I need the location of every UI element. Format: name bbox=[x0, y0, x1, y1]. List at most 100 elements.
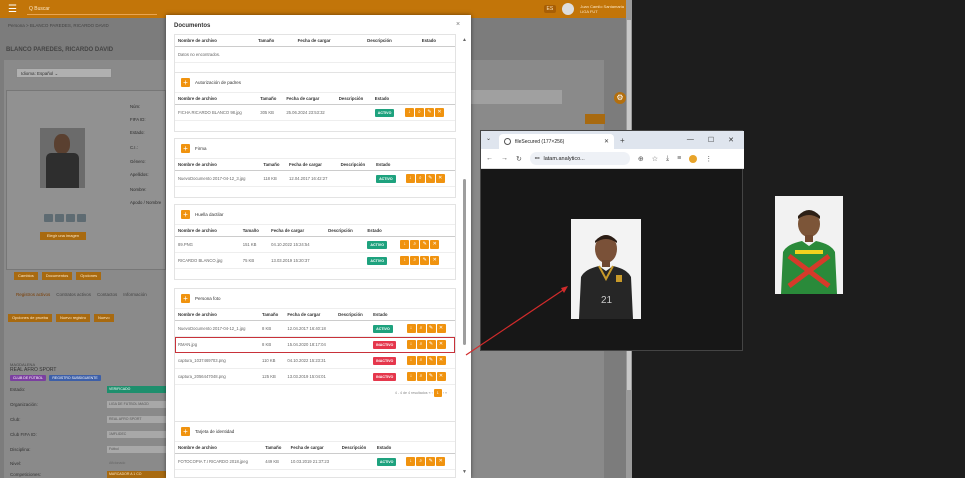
last-page-icon[interactable]: » bbox=[445, 391, 447, 395]
delete-icon[interactable]: ✕ bbox=[436, 372, 446, 381]
edit-icon[interactable]: ✎ bbox=[426, 324, 436, 333]
user-avatar[interactable] bbox=[562, 3, 575, 15]
crop-icon[interactable] bbox=[77, 214, 86, 222]
edit-icon[interactable]: ✎ bbox=[420, 240, 430, 249]
add-icon[interactable]: + bbox=[181, 427, 190, 436]
table-row[interactable]: NuevoDocumento 2017-04-12_1.jpg 8 KB 12.… bbox=[175, 320, 455, 337]
gear-icon[interactable]: ⚙ bbox=[614, 92, 626, 104]
view-icon[interactable]: ⌕ bbox=[415, 174, 425, 183]
download-icon[interactable]: ↓ bbox=[400, 256, 410, 265]
add-icon[interactable]: + bbox=[181, 144, 190, 153]
delete-icon[interactable]: ✕ bbox=[436, 356, 446, 365]
profile-icon[interactable] bbox=[689, 154, 698, 163]
table-row[interactable]: captura_1037469703.png 110 KB 04.10.2022… bbox=[175, 352, 455, 369]
search-input[interactable]: Q Buscar bbox=[26, 4, 157, 15]
subtab-contratos[interactable]: Contratos activos bbox=[56, 292, 91, 297]
user-info[interactable]: Juan Camilo Santamaria LiGA FUT bbox=[580, 4, 624, 14]
edit-icon[interactable]: ✎ bbox=[426, 457, 436, 466]
close-tab-icon[interactable]: ✕ bbox=[604, 138, 609, 145]
prev-page-icon[interactable]: ‹ bbox=[432, 391, 433, 395]
download-icon[interactable]: ↓ bbox=[406, 324, 416, 333]
new-record-button[interactable]: Nuevo registro bbox=[56, 314, 91, 322]
tab-search-icon[interactable]: ⌄ bbox=[486, 135, 491, 142]
table-row[interactable]: RICARDO BLANCO.jpg 75 KB 13.03.2019 15:2… bbox=[175, 252, 455, 269]
view-icon[interactable]: ⌕ bbox=[416, 372, 426, 381]
view-icon[interactable]: ⌕ bbox=[416, 356, 426, 365]
delete-icon[interactable] bbox=[55, 214, 64, 222]
view-icon[interactable]: ⌕ bbox=[414, 108, 424, 117]
extensions-icon[interactable]: ≡ bbox=[677, 155, 681, 162]
download-icon[interactable]: ↓ bbox=[404, 108, 414, 117]
new-tab-icon[interactable]: + bbox=[620, 136, 625, 145]
subtab-contactos[interactable]: Contactos bbox=[97, 292, 117, 297]
new-button[interactable]: Nuevo bbox=[94, 314, 114, 322]
edit-icon[interactable]: ✎ bbox=[426, 356, 436, 365]
options-button[interactable]: Opciones de prueba bbox=[8, 314, 53, 322]
download-icon[interactable]: ↓ bbox=[406, 372, 416, 381]
table-row[interactable]: 89.PNG 151 KB 04.10.2022 15:24:54 ACTIVO… bbox=[175, 236, 455, 253]
page-current[interactable]: 1 bbox=[433, 389, 442, 397]
language-select[interactable]: Idioma: Español ⌄ bbox=[16, 68, 112, 78]
site-settings-icon[interactable]: ⚯ bbox=[535, 156, 540, 162]
add-icon[interactable]: + bbox=[181, 294, 190, 303]
club-name[interactable]: REAL AFRO SPORT bbox=[10, 367, 160, 373]
edit-icon[interactable]: ✎ bbox=[426, 340, 436, 349]
close-window-icon[interactable]: ✕ bbox=[728, 136, 734, 144]
modal-scrollbar-thumb[interactable] bbox=[463, 179, 466, 345]
edit-icon[interactable]: ✎ bbox=[425, 174, 435, 183]
view-icon[interactable]: ⌕ bbox=[410, 256, 420, 265]
reload-icon[interactable]: ↻ bbox=[516, 155, 522, 163]
table-row[interactable]: NuevoDocumento 2017-04-12_3.jpg 118 KB 1… bbox=[175, 170, 455, 187]
edit-icon[interactable]: ✎ bbox=[424, 108, 434, 117]
zoom-icon[interactable]: ⊕ bbox=[638, 155, 644, 163]
hamburger-menu-icon[interactable]: ☰ bbox=[8, 4, 17, 15]
delete-icon[interactable]: ✕ bbox=[436, 324, 446, 333]
highlighted-row[interactable]: RMAN.jpg 8 KB 15.04.2020 18:17:04 INACTI… bbox=[175, 336, 455, 353]
scroll-up-icon[interactable]: ▲ bbox=[462, 37, 467, 43]
tab-documentos[interactable]: Documentos bbox=[41, 272, 73, 280]
download-icon[interactable]: ↓ bbox=[406, 356, 416, 365]
view-icon[interactable]: ⌕ bbox=[416, 340, 426, 349]
edit-icon[interactable]: ✎ bbox=[426, 372, 436, 381]
maximize-icon[interactable]: ☐ bbox=[708, 136, 714, 144]
add-icon[interactable]: + bbox=[181, 210, 190, 219]
add-icon[interactable]: + bbox=[181, 78, 190, 87]
delete-icon[interactable]: ✕ bbox=[430, 240, 440, 249]
download-icon[interactable]: ↓ bbox=[406, 340, 416, 349]
upload-image-button[interactable]: Elegir una imagen bbox=[40, 232, 86, 240]
breadcrumb[interactable]: Persona > BLANCO PAREDES, RICARDO DAVID bbox=[8, 23, 109, 28]
camera-icon[interactable] bbox=[44, 214, 53, 222]
delete-icon[interactable]: ✕ bbox=[430, 256, 440, 265]
scroll-down-icon[interactable]: ▼ bbox=[462, 469, 467, 475]
view-icon[interactable]: ⌕ bbox=[416, 457, 426, 466]
table-row[interactable]: FOTOCOPIA T.I RICARDO 2018.jpeg 449 KB 1… bbox=[175, 453, 455, 470]
subtab-informacion[interactable]: Información bbox=[123, 292, 147, 297]
edit-icon[interactable]: ✎ bbox=[420, 256, 430, 265]
back-icon[interactable]: ← bbox=[486, 155, 493, 162]
table-row[interactable]: captura_2056447048.png 125 KB 13.03.2019… bbox=[175, 368, 455, 385]
delete-icon[interactable]: ✕ bbox=[435, 174, 445, 183]
tab-cambios[interactable]: Cambios bbox=[14, 272, 38, 280]
browser-tab[interactable]: fileSecured (177×256) ✕ bbox=[499, 134, 614, 149]
view-icon[interactable]: ⌕ bbox=[410, 240, 420, 249]
edit-icon[interactable] bbox=[585, 114, 605, 124]
download-icon[interactable]: ⤓ bbox=[666, 155, 669, 163]
more-menu-icon[interactable]: ⋮ bbox=[705, 155, 712, 163]
delete-icon[interactable]: ✕ bbox=[436, 457, 446, 466]
bookmark-star-icon[interactable]: ☆ bbox=[652, 155, 658, 163]
download-icon[interactable]: ↓ bbox=[405, 174, 415, 183]
download-icon[interactable]: ↓ bbox=[406, 457, 416, 466]
right-field[interactable] bbox=[468, 90, 562, 104]
forward-icon[interactable]: → bbox=[501, 155, 508, 162]
table-row[interactable]: FICHA RICARDO BLANCO 98.jpg 305 KB 25.06… bbox=[175, 104, 455, 121]
next-page-icon[interactable]: › bbox=[443, 391, 444, 395]
tab-opciones[interactable]: Opciones bbox=[76, 272, 102, 280]
url-input[interactable]: ⚯ latam.analytico... bbox=[529, 152, 630, 165]
first-page-icon[interactable]: « bbox=[429, 391, 431, 395]
delete-icon[interactable]: ✕ bbox=[436, 340, 446, 349]
delete-icon[interactable]: ✕ bbox=[434, 108, 444, 117]
language-flag[interactable]: ES bbox=[543, 5, 557, 13]
rotate-icon[interactable] bbox=[66, 214, 75, 222]
close-icon[interactable]: × bbox=[456, 21, 460, 28]
minimize-icon[interactable]: — bbox=[687, 136, 694, 144]
